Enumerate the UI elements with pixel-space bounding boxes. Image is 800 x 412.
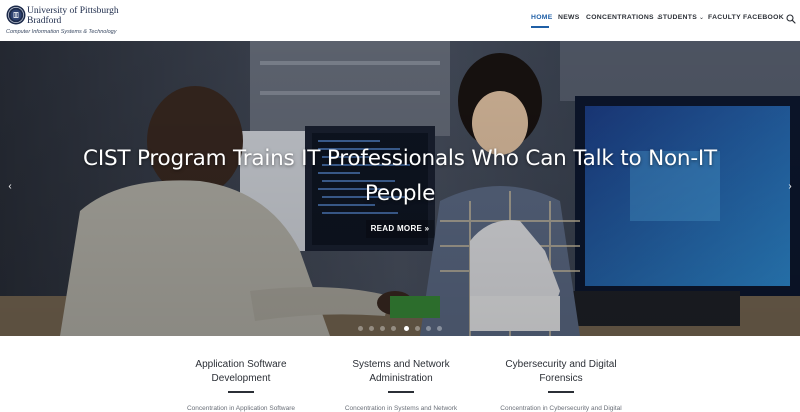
slider-dot[interactable] (358, 326, 363, 331)
concentration-title[interactable]: Cybersecurity and Digital Forensics (491, 358, 631, 385)
nav-facebook[interactable]: FACEBOOK (743, 14, 784, 21)
slider-dots (358, 326, 448, 332)
nav-faculty-label: FACULTY (708, 14, 741, 21)
slider-dot[interactable] (426, 326, 431, 331)
main-nav: HOME NEWS CONCENTRATIONS ⌄ STUDENTS ⌄ FACU… (0, 14, 800, 28)
hero-slider: CIST Program Trains IT Professionals Who… (0, 41, 800, 336)
nav-home[interactable]: HOME (531, 14, 553, 21)
read-more-button[interactable]: READ MORE » (366, 220, 434, 238)
slider-dot-active[interactable] (404, 326, 409, 331)
divider (548, 391, 574, 393)
slider-dot[interactable] (391, 326, 396, 331)
chevron-left-icon[interactable]: ‹ (5, 180, 15, 194)
site-header: University of Pittsburgh Bradford Comput… (0, 0, 800, 41)
nav-students[interactable]: STUDENTS ⌄ (658, 14, 704, 21)
slider-dot[interactable] (380, 326, 385, 331)
hero-title: CIST Program Trains IT Professionals Who… (83, 146, 717, 206)
concentration-title[interactable]: Systems and Network Administration (331, 358, 471, 385)
nav-news-label: NEWS (558, 14, 580, 21)
nav-students-label: STUDENTS (658, 14, 698, 21)
divider (388, 391, 414, 393)
search-icon[interactable] (786, 14, 796, 24)
nav-home-label: HOME (531, 14, 553, 21)
nav-concentrations[interactable]: CONCENTRATIONS ⌄ (586, 14, 661, 21)
concentration-description: Concentration in Cybersecurity and Digit… (500, 404, 622, 412)
slider-dot[interactable] (437, 326, 442, 331)
chevron-down-icon: ⌄ (699, 15, 705, 21)
nav-active-indicator (531, 26, 549, 28)
nav-concentrations-label: CONCENTRATIONS (586, 14, 654, 21)
brand-subtitle: Computer Information Systems & Technolog… (6, 29, 117, 35)
nav-news[interactable]: NEWS (558, 14, 580, 21)
divider (228, 391, 254, 393)
chevron-right-icon[interactable]: › (785, 180, 795, 194)
concentration-card: Systems and Network Administration Conce… (331, 358, 471, 412)
slider-dot[interactable] (415, 326, 420, 331)
concentration-card: Application Software Development Concent… (171, 358, 311, 412)
nav-faculty[interactable]: FACULTY (708, 14, 741, 21)
slider-dot[interactable] (369, 326, 374, 331)
concentration-card: Cybersecurity and Digital Forensics Conc… (491, 358, 631, 412)
concentration-description: Concentration in Application Software (186, 404, 296, 412)
concentration-title[interactable]: Application Software Development (171, 358, 311, 385)
concentration-description: Concentration in Systems and Network (344, 404, 458, 412)
nav-facebook-label: FACEBOOK (743, 14, 784, 21)
